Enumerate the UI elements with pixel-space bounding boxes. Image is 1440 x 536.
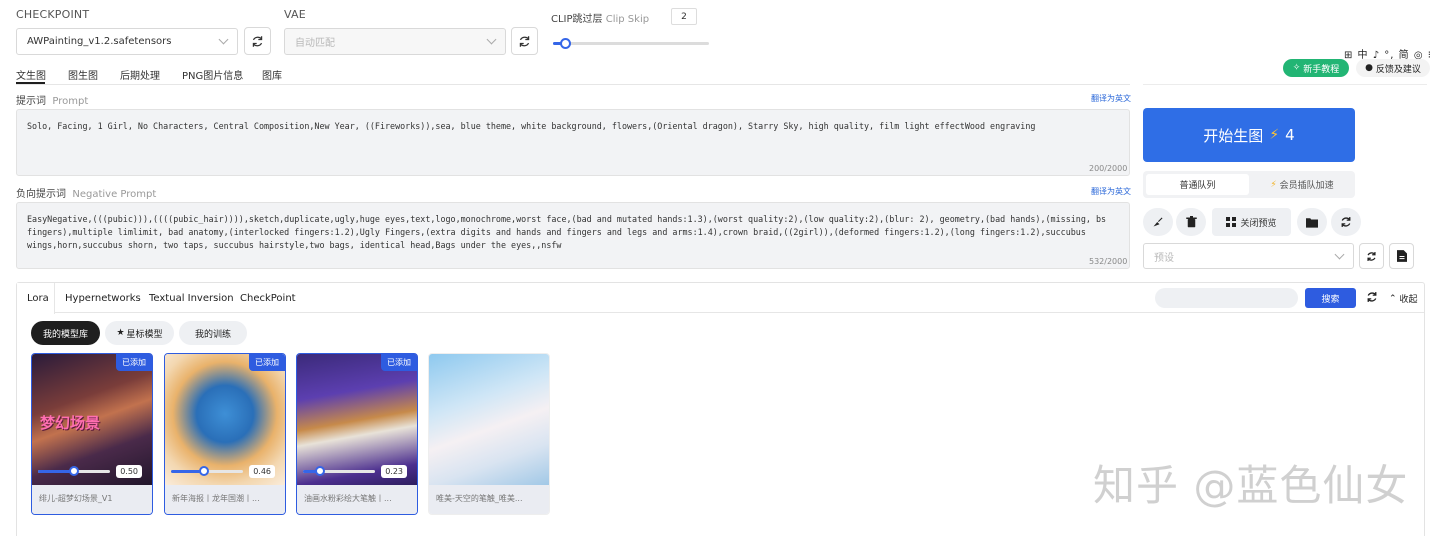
lora-card[interactable]: 已添加 0.23 油画水粉彩绘大笔触丨... <box>296 353 418 515</box>
tab-hypernetworks[interactable]: Hypernetworks <box>65 293 141 304</box>
tab-gallery[interactable]: 图库 <box>262 67 302 82</box>
prompt-translate-link[interactable]: 翻译为英文 <box>1091 93 1131 104</box>
tab-img2img[interactable]: 图生图 <box>68 67 120 82</box>
tab-extras[interactable]: 后期处理 <box>120 67 182 82</box>
lora-weight-value[interactable]: 0.23 <box>381 464 407 478</box>
tab-png-info[interactable]: PNG图片信息 <box>182 67 262 82</box>
prompt-text: Solo, Facing, 1 Girl, No Characters, Cen… <box>27 121 1036 131</box>
slider-knob[interactable] <box>69 465 80 476</box>
document-icon <box>1396 250 1407 262</box>
slider-knob[interactable] <box>199 465 210 476</box>
watermark-text: 知乎 @蓝色仙女 <box>1093 461 1409 510</box>
refresh-icon <box>1341 217 1351 227</box>
prompt-counter: 200/2000 <box>1089 164 1128 173</box>
lora-weight-value[interactable]: 0.46 <box>249 464 275 478</box>
lora-card-image <box>429 354 549 487</box>
panel-refresh-button[interactable] <box>1366 291 1378 306</box>
lora-weight-slider[interactable]: 0.23 <box>303 461 407 481</box>
vae-placeholder: 自动匹配 <box>295 38 335 49</box>
search-input[interactable] <box>1155 288 1298 308</box>
action-refresh-button[interactable] <box>1331 208 1361 236</box>
added-badge: 已添加 <box>249 354 285 371</box>
tab-lora[interactable]: Lora <box>27 293 49 304</box>
lora-weight-value[interactable]: 0.50 <box>116 464 142 478</box>
filter-starred[interactable]: ★ 星标模型 <box>105 321 174 345</box>
negative-translate-link[interactable]: 翻译为英文 <box>1091 186 1131 197</box>
generate-button[interactable]: 开始生图 ⚡ 4 <box>1143 108 1355 162</box>
card-overlay-text: 梦幻场景 <box>40 414 101 432</box>
chevron-down-icon <box>486 34 497 45</box>
lora-weight-slider[interactable]: 0.50 <box>38 461 142 481</box>
folder-button[interactable] <box>1297 208 1327 236</box>
tabs-divider <box>16 84 1130 85</box>
filter-my-models[interactable]: 我的模型库 <box>31 321 100 345</box>
chat-bubble-icon: ● <box>1365 63 1373 73</box>
lora-card[interactable]: 梦幻场景 已添加 0.50 绯儿-超梦幻场景_V1 <box>31 353 153 515</box>
style-button[interactable] <box>1143 208 1173 236</box>
slider-knob[interactable] <box>314 465 325 476</box>
preset-save-button[interactable] <box>1389 243 1414 269</box>
refresh-icon <box>252 35 263 47</box>
grid-icon <box>1226 217 1237 227</box>
magic-wand-icon: ✧ <box>1292 63 1301 73</box>
checkpoint-select[interactable]: AWPainting_v1.2.safetensors <box>16 28 238 55</box>
preview-toggle-button[interactable]: 关闭预览 <box>1212 208 1291 236</box>
preset-select[interactable]: 预设 <box>1143 243 1354 269</box>
negative-prompt-text: EasyNegative,(((pubic))),((((pubic_hair)… <box>27 214 1107 250</box>
main-tabs: 文生图 图生图 后期处理 PNG图片信息 图库 <box>16 67 302 82</box>
star-icon: ★ <box>116 328 125 338</box>
clip-skip-slider[interactable] <box>553 38 709 49</box>
clip-skip-input[interactable]: 2 <box>671 8 697 25</box>
brush-icon <box>1153 217 1163 227</box>
preset-placeholder: 预设 <box>1154 252 1174 264</box>
lora-card[interactable]: 已添加 0.46 新年海报丨龙年国潮丨... <box>164 353 286 515</box>
prompt-textarea[interactable]: Solo, Facing, 1 Girl, No Characters, Cen… <box>16 109 1130 176</box>
checkpoint-value: AWPainting_v1.2.safetensors <box>27 36 172 47</box>
folder-icon <box>1306 217 1318 228</box>
vae-label: VAE <box>284 8 306 21</box>
feedback-button[interactable]: ● 反馈及建议 <box>1356 59 1430 77</box>
lora-card-caption: 油画水粉彩绘大笔触丨... <box>297 485 417 514</box>
negative-prompt-counter: 532/2000 <box>1089 257 1128 266</box>
search-button[interactable]: 搜索 <box>1305 288 1356 308</box>
checkpoint-label: CHECKPOINT <box>16 8 90 21</box>
added-badge: 已添加 <box>116 354 152 371</box>
collapse-button[interactable]: ⌃ 收起 <box>1389 292 1418 306</box>
prompt-label: 提示词 Prompt <box>16 96 89 107</box>
lora-card-caption: 新年海报丨龙年国潮丨... <box>165 485 285 514</box>
negative-prompt-textarea[interactable]: EasyNegative,(((pubic))),((((pubic_hair)… <box>16 202 1130 269</box>
lora-card[interactable]: 唯美-天空的笔触_唯美... <box>428 353 550 515</box>
lightning-icon: ⚡ <box>1270 179 1277 190</box>
queue-normal-option[interactable]: 普通队列 <box>1146 174 1249 195</box>
lightning-icon: ⚡ <box>1269 127 1280 143</box>
clip-skip-label: CLIP跳过层 Clip Skip <box>551 14 650 25</box>
added-badge: 已添加 <box>381 354 417 371</box>
filter-my-training[interactable]: 我的训练 <box>179 321 247 345</box>
tab-checkpoint[interactable]: CheckPoint <box>240 293 296 304</box>
tab-txt2img[interactable]: 文生图 <box>16 67 68 82</box>
chevron-down-icon <box>1334 249 1345 259</box>
refresh-icon <box>519 35 530 47</box>
trash-icon <box>1185 216 1197 228</box>
chevron-down-icon <box>218 34 229 45</box>
clip-skip-slider-knob[interactable] <box>560 38 572 49</box>
lora-weight-slider[interactable]: 0.46 <box>171 461 275 481</box>
clear-button[interactable] <box>1176 208 1206 236</box>
vae-refresh-button[interactable] <box>511 27 538 55</box>
lora-card-caption: 唯美-天空的笔触_唯美... <box>429 485 549 514</box>
queue-vip-option[interactable]: ⚡ 会员插队加速 <box>1252 174 1352 195</box>
tutorial-button[interactable]: ✧ 新手教程 <box>1283 59 1349 77</box>
negative-prompt-label: 负向提示词 Negative Prompt <box>16 189 157 200</box>
refresh-icon <box>1367 292 1377 302</box>
chevron-up-icon: ⌃ <box>1389 293 1397 304</box>
right-divider <box>1143 84 1427 85</box>
lora-card-caption: 绯儿-超梦幻场景_V1 <box>32 485 152 514</box>
tab-textual-inversion[interactable]: Textual Inversion <box>149 293 234 304</box>
vae-select[interactable]: 自动匹配 <box>284 28 506 55</box>
refresh-icon <box>1367 251 1376 261</box>
preset-refresh-button[interactable] <box>1359 243 1384 269</box>
checkpoint-refresh-button[interactable] <box>244 27 271 55</box>
